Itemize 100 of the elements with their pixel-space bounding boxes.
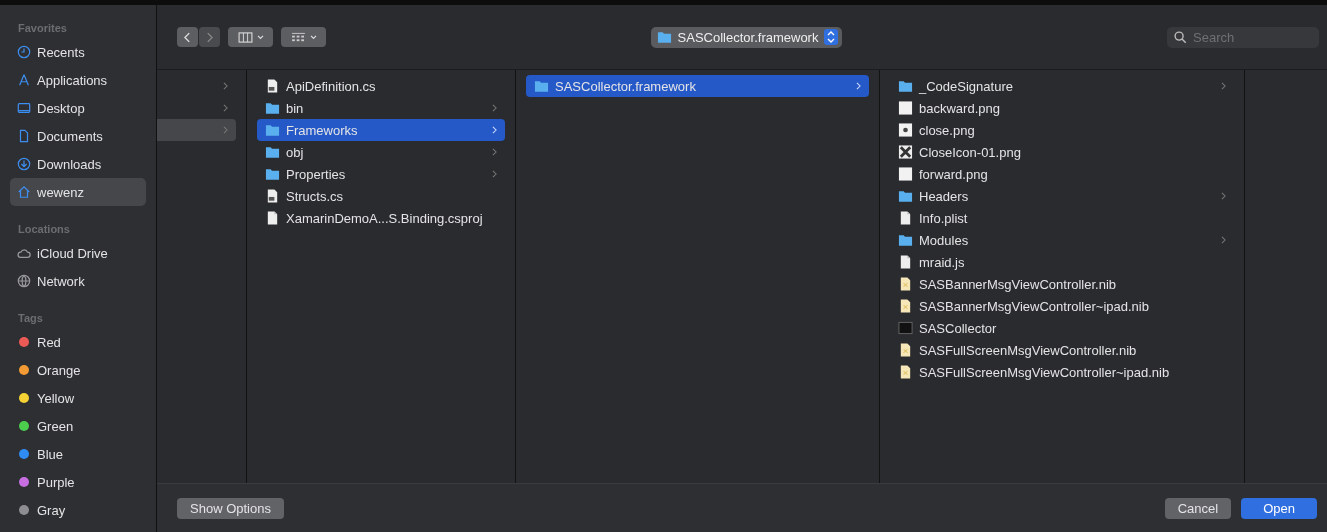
- search-icon: [1174, 30, 1187, 44]
- show-options-button[interactable]: Show Options: [177, 497, 284, 519]
- file-name: SASCollector: [919, 320, 998, 336]
- sidebar-label: Gray: [37, 502, 66, 518]
- sidebar-label: Desktop: [37, 100, 85, 116]
- chevron-right-icon: [492, 104, 497, 112]
- folder-icon: [898, 233, 913, 247]
- search-field[interactable]: Search: [1167, 26, 1319, 48]
- file-row[interactable]: Structs.cs: [257, 185, 505, 207]
- file-row[interactable]: XamarinDemoA...S.Binding.csproj: [257, 207, 505, 229]
- folder-icon: [534, 79, 549, 93]
- folder-icon: [898, 79, 913, 93]
- file-row[interactable]: CloseIcon-01.png: [890, 141, 1234, 163]
- sidebar-item[interactable]: Desktop: [10, 94, 146, 122]
- forward-button[interactable]: [199, 27, 220, 47]
- file-row[interactable]: SASFullScreenMsgViewController.nib: [890, 339, 1234, 361]
- sidebar-item[interactable]: Documents: [10, 122, 146, 150]
- caret-icon: [309, 34, 317, 40]
- image-file-icon: [898, 167, 913, 181]
- desktop-icon: [17, 101, 31, 115]
- file-row[interactable]: obj: [257, 141, 505, 163]
- chevron-right-icon: [492, 148, 497, 156]
- file-name: SASFullScreenMsgViewController~ipad.nib: [919, 364, 1171, 380]
- sidebar-item[interactable]: Recents: [10, 38, 146, 66]
- file-name: mraid.js: [919, 254, 966, 270]
- sidebar-section-title: Tags: [18, 312, 44, 326]
- file-row[interactable]: bin: [257, 97, 505, 119]
- up-down-arrows-icon: [824, 29, 839, 45]
- file-row[interactable]: close.png: [890, 119, 1234, 141]
- columns-icon: [237, 31, 253, 43]
- sidebar-item[interactable]: Downloads: [10, 150, 146, 178]
- file-row[interactable]: backward.png: [890, 97, 1234, 119]
- group-button[interactable]: [281, 27, 326, 47]
- file-row[interactable]: SASFullScreenMsgViewController~ipad.nib: [890, 361, 1234, 383]
- file-name: Properties: [286, 166, 347, 182]
- file-name: Headers: [919, 188, 970, 204]
- home-icon: [17, 185, 31, 199]
- document-icon: [17, 129, 31, 143]
- file-row[interactable]: _CodeSignature: [890, 75, 1234, 97]
- caret-icon: [256, 34, 264, 40]
- sidebar-item[interactable]: Network: [10, 267, 146, 295]
- file-row[interactable]: SASCollector.framework: [526, 75, 869, 97]
- view-mode-button[interactable]: [228, 27, 273, 47]
- sidebar-label: iCloud Drive: [37, 245, 108, 261]
- image-file-icon: [898, 123, 913, 137]
- chevron-right-icon: [492, 170, 497, 178]
- sidebar-item[interactable]: Orange: [10, 356, 146, 384]
- path-popup[interactable]: SASCollector.framework: [650, 26, 843, 48]
- file-row[interactable]: forward.png: [890, 163, 1234, 185]
- file-row[interactable]: ApiDefinition.cs: [257, 75, 505, 97]
- file-name: SASCollector.framework: [555, 78, 697, 94]
- cancel-button[interactable]: Cancel: [1164, 497, 1232, 519]
- file-name: Structs.cs: [286, 188, 345, 204]
- file-row[interactable]: SASBannerMsgViewController.nib: [890, 273, 1234, 295]
- sidebar-label: Applications: [37, 72, 108, 88]
- sidebar-item[interactable]: Purple: [10, 468, 146, 496]
- chevron-right-icon: [1221, 192, 1226, 200]
- sidebar-label: Documents: [37, 128, 103, 144]
- nib-file-icon: [898, 343, 913, 357]
- cs-file-icon: [265, 189, 280, 203]
- chevron-right-icon: [856, 82, 861, 90]
- file-row[interactable]: mraid.js: [890, 251, 1234, 273]
- folder-icon: [265, 123, 280, 137]
- cloud-icon: [17, 246, 31, 260]
- download-icon: [17, 157, 31, 171]
- open-button[interactable]: Open: [1241, 497, 1317, 519]
- sidebar-item[interactable]: Red: [10, 328, 146, 356]
- file-name: _CodeSignature: [919, 78, 1014, 94]
- file-name: XamarinDemoA...S.Binding.csproj: [286, 210, 484, 226]
- sidebar-item[interactable]: Green: [10, 412, 146, 440]
- sidebar-item[interactable]: Yellow: [10, 384, 146, 412]
- file-name: bin: [286, 100, 305, 116]
- folder-icon: [265, 167, 280, 181]
- sidebar-item[interactable]: Blue: [10, 440, 146, 468]
- file-name: SASFullScreenMsgViewController.nib: [919, 342, 1138, 358]
- chevron-right-icon: [223, 104, 228, 112]
- sidebar-section-title: Favorites: [18, 22, 68, 36]
- file-row[interactable]: Headers: [890, 185, 1234, 207]
- file-name: Info.plist: [919, 210, 969, 226]
- file-row[interactable]: SASCollector: [890, 317, 1234, 339]
- file-row[interactable]: Frameworks: [257, 119, 505, 141]
- sidebar-item[interactable]: iCloud Drive: [10, 239, 146, 267]
- file-name: CloseIcon-01.png: [919, 144, 1022, 160]
- sidebar-label: Network: [37, 273, 85, 289]
- sidebar-label: wewenz: [37, 184, 84, 200]
- sidebar-label: Blue: [37, 446, 64, 462]
- sidebar-item[interactable]: Gray: [10, 496, 146, 524]
- sidebar-item[interactable]: wewenz: [10, 178, 146, 206]
- file-row[interactable]: Info.plist: [890, 207, 1234, 229]
- file-row[interactable]: Properties: [257, 163, 505, 185]
- file-name: forward.png: [919, 166, 989, 182]
- file-row[interactable]: Modules: [890, 229, 1234, 251]
- sidebar-section-title: Locations: [18, 223, 71, 237]
- chevron-right-icon: [206, 31, 213, 43]
- folder-icon: [265, 145, 280, 159]
- file-row[interactable]: SASBannerMsgViewController~ipad.nib: [890, 295, 1234, 317]
- sidebar-item[interactable]: Applications: [10, 66, 146, 94]
- file-name: backward.png: [919, 100, 1001, 116]
- chevron-right-icon: [223, 82, 228, 90]
- back-button[interactable]: [177, 27, 198, 47]
